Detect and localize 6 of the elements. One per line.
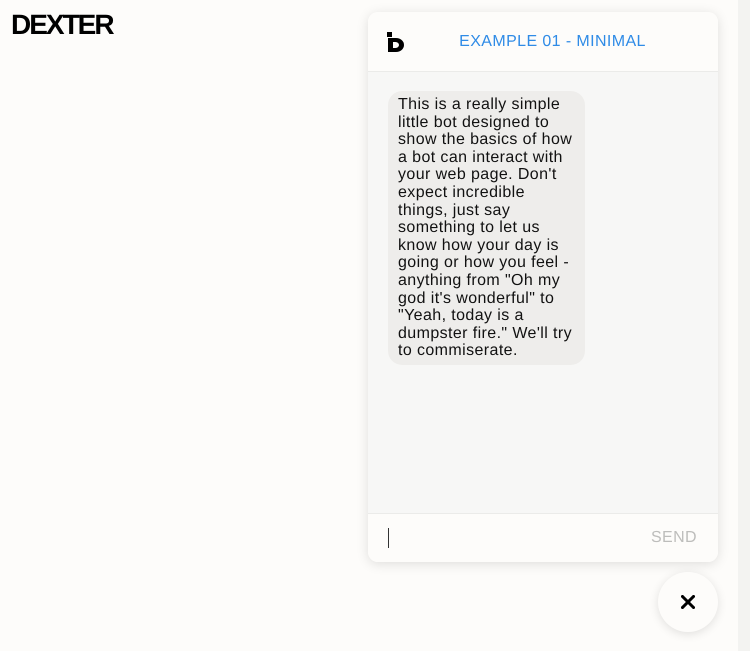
logo-text: DEXTER	[11, 11, 113, 39]
message-bubble: This is a really simple little bot designed to show the basics of how a bot can interact with your web page. Don't expect incredible things, just say something to let us know how your day is going or how you feel - anything from "Oh my god it's wonderful" to "Yeah, today is a dumpster fire." We'll try to commiserate.	[388, 91, 585, 365]
chat-title: EXAMPLE 01 - MINIMAL	[458, 32, 647, 50]
text-cursor-icon	[388, 528, 389, 548]
logo-icon	[387, 32, 405, 52]
close-icon	[681, 595, 695, 609]
